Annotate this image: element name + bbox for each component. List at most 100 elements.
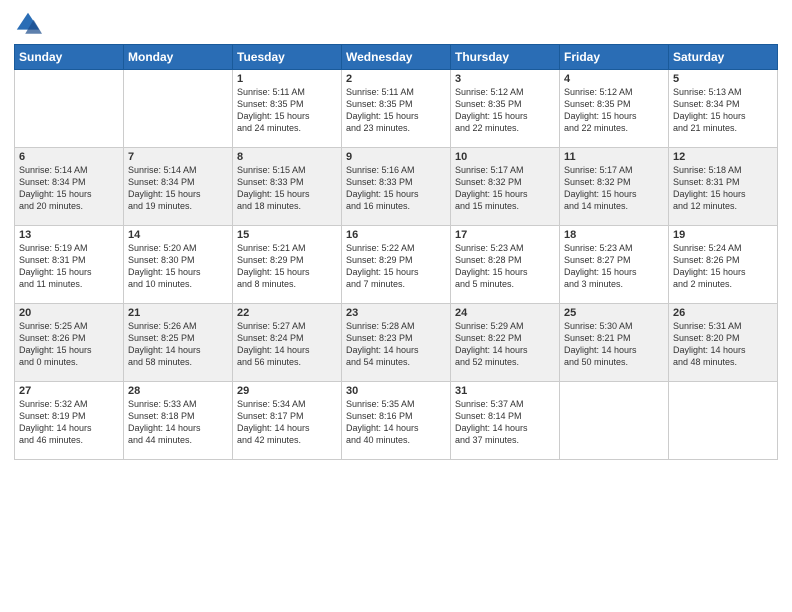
calendar-cell: 21Sunrise: 5:26 AM Sunset: 8:25 PM Dayli… [124, 304, 233, 382]
calendar-cell: 14Sunrise: 5:20 AM Sunset: 8:30 PM Dayli… [124, 226, 233, 304]
day-detail: Sunrise: 5:15 AM Sunset: 8:33 PM Dayligh… [237, 164, 337, 213]
day-detail: Sunrise: 5:23 AM Sunset: 8:27 PM Dayligh… [564, 242, 664, 291]
calendar-cell: 15Sunrise: 5:21 AM Sunset: 8:29 PM Dayli… [233, 226, 342, 304]
calendar-cell: 20Sunrise: 5:25 AM Sunset: 8:26 PM Dayli… [15, 304, 124, 382]
day-number: 1 [237, 73, 337, 85]
column-header-friday: Friday [560, 45, 669, 70]
calendar-cell: 30Sunrise: 5:35 AM Sunset: 8:16 PM Dayli… [342, 382, 451, 460]
calendar-cell: 6Sunrise: 5:14 AM Sunset: 8:34 PM Daylig… [15, 148, 124, 226]
day-detail: Sunrise: 5:21 AM Sunset: 8:29 PM Dayligh… [237, 242, 337, 291]
column-header-tuesday: Tuesday [233, 45, 342, 70]
day-number: 13 [19, 229, 119, 241]
day-detail: Sunrise: 5:12 AM Sunset: 8:35 PM Dayligh… [455, 86, 555, 135]
day-detail: Sunrise: 5:30 AM Sunset: 8:21 PM Dayligh… [564, 320, 664, 369]
column-header-thursday: Thursday [451, 45, 560, 70]
column-header-sunday: Sunday [15, 45, 124, 70]
column-header-wednesday: Wednesday [342, 45, 451, 70]
calendar-cell: 2Sunrise: 5:11 AM Sunset: 8:35 PM Daylig… [342, 70, 451, 148]
day-number: 3 [455, 73, 555, 85]
day-detail: Sunrise: 5:14 AM Sunset: 8:34 PM Dayligh… [19, 164, 119, 213]
calendar-cell: 12Sunrise: 5:18 AM Sunset: 8:31 PM Dayli… [669, 148, 778, 226]
day-detail: Sunrise: 5:12 AM Sunset: 8:35 PM Dayligh… [564, 86, 664, 135]
calendar-cell: 17Sunrise: 5:23 AM Sunset: 8:28 PM Dayli… [451, 226, 560, 304]
day-detail: Sunrise: 5:22 AM Sunset: 8:29 PM Dayligh… [346, 242, 446, 291]
day-number: 31 [455, 385, 555, 397]
calendar-cell: 9Sunrise: 5:16 AM Sunset: 8:33 PM Daylig… [342, 148, 451, 226]
day-number: 15 [237, 229, 337, 241]
day-number: 6 [19, 151, 119, 163]
day-detail: Sunrise: 5:19 AM Sunset: 8:31 PM Dayligh… [19, 242, 119, 291]
day-number: 22 [237, 307, 337, 319]
calendar-cell: 7Sunrise: 5:14 AM Sunset: 8:34 PM Daylig… [124, 148, 233, 226]
calendar-cell: 10Sunrise: 5:17 AM Sunset: 8:32 PM Dayli… [451, 148, 560, 226]
calendar-cell [15, 70, 124, 148]
calendar-cell: 22Sunrise: 5:27 AM Sunset: 8:24 PM Dayli… [233, 304, 342, 382]
week-row-3: 13Sunrise: 5:19 AM Sunset: 8:31 PM Dayli… [15, 226, 778, 304]
calendar-cell: 23Sunrise: 5:28 AM Sunset: 8:23 PM Dayli… [342, 304, 451, 382]
calendar-cell: 11Sunrise: 5:17 AM Sunset: 8:32 PM Dayli… [560, 148, 669, 226]
day-detail: Sunrise: 5:11 AM Sunset: 8:35 PM Dayligh… [237, 86, 337, 135]
day-number: 16 [346, 229, 446, 241]
calendar-cell: 8Sunrise: 5:15 AM Sunset: 8:33 PM Daylig… [233, 148, 342, 226]
calendar-cell [560, 382, 669, 460]
calendar-cell: 31Sunrise: 5:37 AM Sunset: 8:14 PM Dayli… [451, 382, 560, 460]
calendar-cell: 13Sunrise: 5:19 AM Sunset: 8:31 PM Dayli… [15, 226, 124, 304]
day-number: 18 [564, 229, 664, 241]
day-number: 20 [19, 307, 119, 319]
calendar-cell: 3Sunrise: 5:12 AM Sunset: 8:35 PM Daylig… [451, 70, 560, 148]
calendar-table: SundayMondayTuesdayWednesdayThursdayFrid… [14, 44, 778, 460]
day-detail: Sunrise: 5:26 AM Sunset: 8:25 PM Dayligh… [128, 320, 228, 369]
calendar-cell: 24Sunrise: 5:29 AM Sunset: 8:22 PM Dayli… [451, 304, 560, 382]
day-detail: Sunrise: 5:17 AM Sunset: 8:32 PM Dayligh… [564, 164, 664, 213]
calendar-cell: 5Sunrise: 5:13 AM Sunset: 8:34 PM Daylig… [669, 70, 778, 148]
day-detail: Sunrise: 5:27 AM Sunset: 8:24 PM Dayligh… [237, 320, 337, 369]
calendar-cell: 29Sunrise: 5:34 AM Sunset: 8:17 PM Dayli… [233, 382, 342, 460]
day-detail: Sunrise: 5:14 AM Sunset: 8:34 PM Dayligh… [128, 164, 228, 213]
day-number: 24 [455, 307, 555, 319]
day-number: 21 [128, 307, 228, 319]
calendar-cell: 18Sunrise: 5:23 AM Sunset: 8:27 PM Dayli… [560, 226, 669, 304]
day-detail: Sunrise: 5:35 AM Sunset: 8:16 PM Dayligh… [346, 398, 446, 447]
day-number: 9 [346, 151, 446, 163]
day-number: 2 [346, 73, 446, 85]
week-row-2: 6Sunrise: 5:14 AM Sunset: 8:34 PM Daylig… [15, 148, 778, 226]
day-number: 29 [237, 385, 337, 397]
logo [14, 10, 46, 38]
day-detail: Sunrise: 5:34 AM Sunset: 8:17 PM Dayligh… [237, 398, 337, 447]
calendar-cell: 25Sunrise: 5:30 AM Sunset: 8:21 PM Dayli… [560, 304, 669, 382]
day-detail: Sunrise: 5:37 AM Sunset: 8:14 PM Dayligh… [455, 398, 555, 447]
calendar-cell: 28Sunrise: 5:33 AM Sunset: 8:18 PM Dayli… [124, 382, 233, 460]
day-detail: Sunrise: 5:20 AM Sunset: 8:30 PM Dayligh… [128, 242, 228, 291]
calendar-page: SundayMondayTuesdayWednesdayThursdayFrid… [0, 0, 792, 612]
calendar-cell: 16Sunrise: 5:22 AM Sunset: 8:29 PM Dayli… [342, 226, 451, 304]
day-detail: Sunrise: 5:13 AM Sunset: 8:34 PM Dayligh… [673, 86, 773, 135]
day-detail: Sunrise: 5:29 AM Sunset: 8:22 PM Dayligh… [455, 320, 555, 369]
day-number: 8 [237, 151, 337, 163]
day-number: 12 [673, 151, 773, 163]
day-number: 28 [128, 385, 228, 397]
day-number: 25 [564, 307, 664, 319]
day-detail: Sunrise: 5:18 AM Sunset: 8:31 PM Dayligh… [673, 164, 773, 213]
calendar-cell: 4Sunrise: 5:12 AM Sunset: 8:35 PM Daylig… [560, 70, 669, 148]
day-detail: Sunrise: 5:28 AM Sunset: 8:23 PM Dayligh… [346, 320, 446, 369]
day-number: 23 [346, 307, 446, 319]
day-detail: Sunrise: 5:11 AM Sunset: 8:35 PM Dayligh… [346, 86, 446, 135]
day-detail: Sunrise: 5:25 AM Sunset: 8:26 PM Dayligh… [19, 320, 119, 369]
column-header-monday: Monday [124, 45, 233, 70]
day-number: 27 [19, 385, 119, 397]
header [14, 10, 778, 38]
day-number: 26 [673, 307, 773, 319]
day-number: 5 [673, 73, 773, 85]
day-number: 19 [673, 229, 773, 241]
day-detail: Sunrise: 5:31 AM Sunset: 8:20 PM Dayligh… [673, 320, 773, 369]
day-detail: Sunrise: 5:16 AM Sunset: 8:33 PM Dayligh… [346, 164, 446, 213]
header-row: SundayMondayTuesdayWednesdayThursdayFrid… [15, 45, 778, 70]
day-detail: Sunrise: 5:32 AM Sunset: 8:19 PM Dayligh… [19, 398, 119, 447]
calendar-cell [124, 70, 233, 148]
day-number: 30 [346, 385, 446, 397]
day-detail: Sunrise: 5:23 AM Sunset: 8:28 PM Dayligh… [455, 242, 555, 291]
day-number: 10 [455, 151, 555, 163]
calendar-cell: 26Sunrise: 5:31 AM Sunset: 8:20 PM Dayli… [669, 304, 778, 382]
column-header-saturday: Saturday [669, 45, 778, 70]
calendar-cell: 1Sunrise: 5:11 AM Sunset: 8:35 PM Daylig… [233, 70, 342, 148]
